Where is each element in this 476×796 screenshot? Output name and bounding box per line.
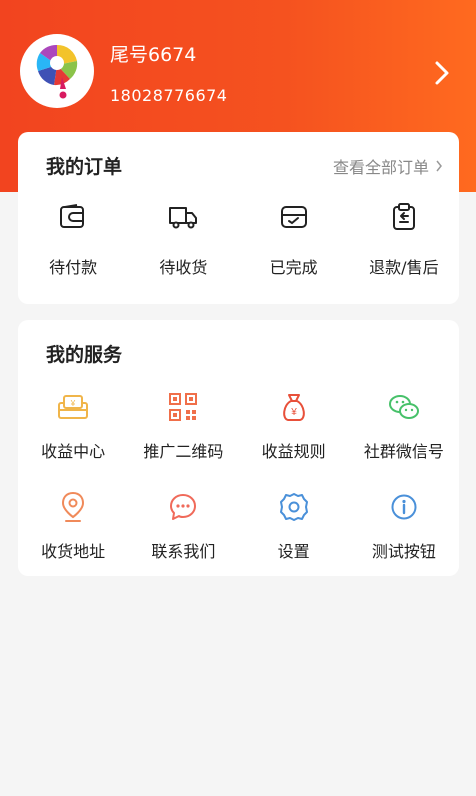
qr-code-icon xyxy=(166,390,200,424)
chat-bubble-icon xyxy=(166,490,200,524)
service-earnings-rules[interactable]: ¥ 收益规则 xyxy=(239,390,349,462)
service-shipping-address[interactable]: 收货地址 xyxy=(18,490,128,562)
inbox-check-icon xyxy=(279,202,309,232)
order-status-row: 待付款 待收货 已完成 退款/售后 xyxy=(18,202,459,292)
services-card: 我的服务 ¥ 收益中心 推广二维码 ¥ 收益规则 社群微信号 收货地址 联系我们… xyxy=(18,320,459,576)
service-contact-us[interactable]: 联系我们 xyxy=(128,490,238,562)
svg-text:¥: ¥ xyxy=(70,399,76,408)
service-earnings-center-label: 收益中心 xyxy=(41,442,106,461)
earnings-box-icon: ¥ xyxy=(56,390,90,424)
user-phone: 18028776674 xyxy=(110,86,228,105)
order-pending-receipt-label: 待收货 xyxy=(159,258,208,277)
clipboard-return-icon xyxy=(389,202,419,232)
service-promo-qr[interactable]: 推广二维码 xyxy=(128,390,238,462)
wallet-icon xyxy=(58,202,88,232)
service-test-button[interactable]: 测试按钮 xyxy=(349,490,459,562)
view-all-orders-link[interactable]: 查看全部订单 xyxy=(333,154,443,178)
user-name: 尾号6674 xyxy=(110,44,197,66)
service-settings-label: 设置 xyxy=(277,542,310,561)
gear-icon xyxy=(277,490,311,524)
order-completed[interactable]: 已完成 xyxy=(239,202,349,292)
truck-icon xyxy=(168,202,198,232)
service-wechat-group[interactable]: 社群微信号 xyxy=(349,390,459,462)
money-bag-icon: ¥ xyxy=(277,390,311,424)
service-promo-qr-label: 推广二维码 xyxy=(143,442,224,461)
order-pending-payment-label: 待付款 xyxy=(49,258,98,277)
avatar[interactable] xyxy=(20,34,94,108)
service-earnings-center[interactable]: ¥ 收益中心 xyxy=(18,390,128,462)
service-settings[interactable]: 设置 xyxy=(239,490,349,562)
orders-title: 我的订单 xyxy=(46,156,123,178)
service-earnings-rules-label: 收益规则 xyxy=(261,442,326,461)
order-completed-label: 已完成 xyxy=(269,258,318,277)
profile-page: 尾号6674 18028776674 我的订单 查看全部订单 待付款 待收货 已… xyxy=(0,0,476,796)
order-refund-label: 退款/售后 xyxy=(369,258,439,277)
service-test-button-label: 测试按钮 xyxy=(371,542,436,561)
order-refund[interactable]: 退款/售后 xyxy=(349,202,459,292)
location-pin-icon xyxy=(56,490,90,524)
service-shipping-address-label: 收货地址 xyxy=(41,542,106,561)
app-logo-icon xyxy=(36,44,78,99)
view-all-label: 查看全部订单 xyxy=(332,158,429,177)
order-pending-payment[interactable]: 待付款 xyxy=(18,202,128,292)
order-pending-receipt[interactable]: 待收货 xyxy=(128,202,238,292)
orders-card: 我的订单 查看全部订单 待付款 待收货 已完成 退款/售后 xyxy=(18,132,459,304)
wechat-icon xyxy=(387,390,421,424)
service-contact-us-label: 联系我们 xyxy=(151,542,216,561)
chevron-right-icon[interactable] xyxy=(428,56,456,90)
svg-text:¥: ¥ xyxy=(290,407,297,418)
services-grid: ¥ 收益中心 推广二维码 ¥ 收益规则 社群微信号 收货地址 联系我们 设置 测… xyxy=(18,390,459,562)
services-title: 我的服务 xyxy=(46,344,123,366)
chevron-right-small-icon xyxy=(436,160,442,172)
service-wechat-group-label: 社群微信号 xyxy=(363,442,444,461)
info-icon xyxy=(387,490,421,524)
